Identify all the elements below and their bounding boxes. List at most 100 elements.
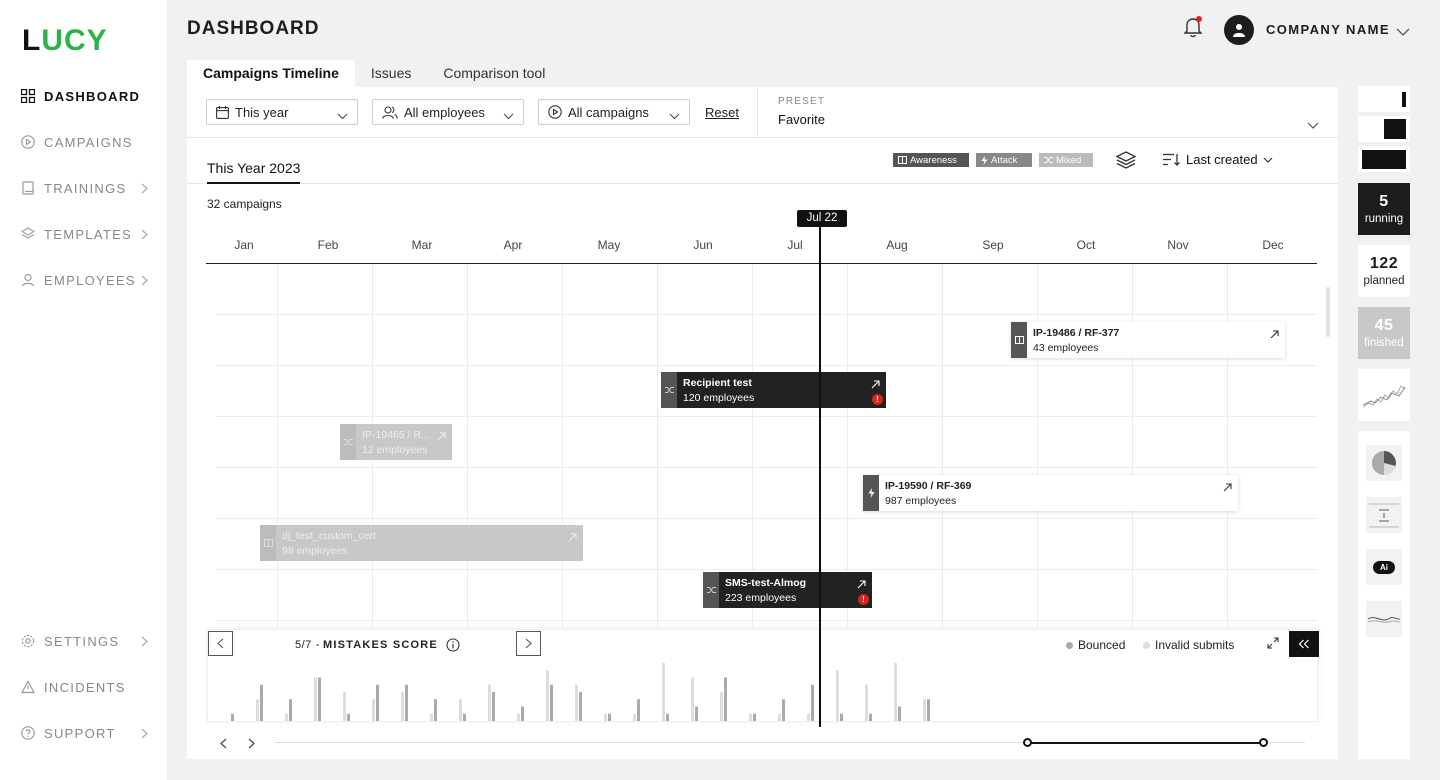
shuffle-icon xyxy=(340,424,356,460)
campaign-employees: 987 employees xyxy=(885,495,957,507)
book-icon xyxy=(1011,322,1027,358)
stat-running[interactable]: 5 running xyxy=(1358,183,1410,235)
grid-line xyxy=(216,416,1317,417)
stat-planned[interactable]: 122 planned xyxy=(1358,245,1410,297)
line-chart-widget[interactable] xyxy=(1358,369,1410,421)
chart-bar-bounced xyxy=(695,706,698,721)
external-link-icon[interactable] xyxy=(1223,479,1232,497)
info-icon[interactable] xyxy=(446,638,460,652)
toggle-view-2[interactable] xyxy=(1358,116,1410,142)
sidebar-item-settings[interactable]: SETTINGS xyxy=(20,631,150,651)
chevron-right-icon xyxy=(141,274,148,289)
chevrons-left-icon xyxy=(1298,639,1309,649)
book-icon xyxy=(898,156,907,164)
external-link-icon[interactable] xyxy=(1270,326,1279,344)
sidebar-item-templates[interactable]: TEMPLATES xyxy=(20,224,150,244)
expand-icon[interactable] xyxy=(1267,636,1279,654)
company-name[interactable]: COMPANY NAME xyxy=(1266,22,1390,37)
sidebar-item-dashboard[interactable]: DASHBOARD xyxy=(20,86,150,106)
sidebar-item-trainings[interactable]: TRAININGS xyxy=(20,178,150,198)
external-link-icon[interactable] xyxy=(437,428,446,446)
chevron-down-icon xyxy=(669,108,680,123)
sidebar-item-employees[interactable]: EMPLOYEES xyxy=(20,270,150,290)
legend-attack[interactable]: Attack xyxy=(976,153,1032,167)
range-gauge-icon xyxy=(1369,503,1399,528)
grid-line xyxy=(1037,264,1038,627)
external-link-icon[interactable] xyxy=(568,529,577,547)
external-link-icon[interactable] xyxy=(871,376,880,394)
campaign-bar[interactable]: IP-19486 / RF-377 43 employees xyxy=(1011,322,1285,358)
sidebar-item-incidents[interactable]: INCIDENTS xyxy=(20,677,150,697)
range-handle-start[interactable] xyxy=(1023,738,1032,747)
year-tab[interactable]: This Year 2023 xyxy=(207,160,301,184)
grid-line xyxy=(467,264,468,627)
timeline-scrollbar[interactable] xyxy=(1326,287,1330,337)
chevron-right-icon xyxy=(141,228,148,243)
lucy-logo[interactable]: LUCY xyxy=(22,24,108,58)
divider xyxy=(757,87,758,138)
sidebar-item-campaigns[interactable]: CAMPAIGNS xyxy=(20,132,150,152)
chart-bar-invalid-submits xyxy=(720,692,723,721)
preset-select[interactable]: Favorite xyxy=(778,112,825,127)
month-label: Jun xyxy=(693,238,713,252)
external-link-icon[interactable] xyxy=(857,576,866,594)
prev-page-button[interactable] xyxy=(208,631,233,656)
grid-line xyxy=(1227,264,1228,627)
campaign-bar[interactable]: Recipient test 120 employees ! xyxy=(661,372,886,408)
period-select[interactable]: This year xyxy=(206,99,358,125)
range-selection[interactable] xyxy=(1027,742,1264,744)
sort-dropdown[interactable]: Last created xyxy=(1163,152,1273,167)
campaign-count: 32 campaigns xyxy=(207,197,282,211)
chart-bar-invalid-submits xyxy=(401,692,404,721)
chart-bar-bounced xyxy=(782,699,785,721)
collapse-panel-button[interactable] xyxy=(1289,631,1319,657)
error-badge: ! xyxy=(858,594,869,605)
sidebar-item-support[interactable]: SUPPORT xyxy=(20,723,150,743)
widgets-column: Ai xyxy=(1358,431,1410,759)
chart-bar-invalid-submits xyxy=(633,713,636,721)
chevron-right-icon[interactable] xyxy=(248,736,255,754)
tab-campaigns-timeline[interactable]: Campaigns Timeline xyxy=(187,60,355,88)
reset-link[interactable]: Reset xyxy=(705,105,739,120)
legend-invalid-submits: Invalid submits xyxy=(1143,638,1234,652)
chart-bar-bounced xyxy=(927,699,930,721)
campaign-name: dj_test_custom_cert xyxy=(282,530,376,542)
notification-dot xyxy=(1196,16,1202,22)
stat-finished[interactable]: 45 finished xyxy=(1358,307,1410,359)
book-icon xyxy=(260,525,276,561)
chevron-down-icon[interactable] xyxy=(1307,116,1319,134)
chevron-left-icon[interactable] xyxy=(220,736,227,754)
user-icon xyxy=(1233,24,1245,37)
layout-toggle-icon xyxy=(1362,150,1406,169)
chevron-right-icon xyxy=(141,727,148,742)
campaign-bar[interactable]: SMS-test-Almog 223 employees ! xyxy=(703,572,872,608)
toggle-view-1[interactable] xyxy=(1358,86,1410,112)
chevron-down-icon[interactable] xyxy=(1396,24,1410,42)
tab-issues[interactable]: Issues xyxy=(355,60,427,88)
notification-bell-button[interactable] xyxy=(1183,16,1204,40)
campaign-bar[interactable]: dj_test_custom_cert 98 employees xyxy=(260,525,583,561)
next-page-button[interactable] xyxy=(516,631,541,656)
range-handle-end[interactable] xyxy=(1259,738,1268,747)
layers-icon[interactable] xyxy=(1115,151,1137,174)
pie-chart-widget[interactable] xyxy=(1366,445,1402,481)
ai-widget[interactable]: Ai xyxy=(1366,549,1402,585)
tab-comparison-tool[interactable]: Comparison tool xyxy=(427,60,561,88)
chart-bar-bounced xyxy=(434,699,437,721)
avatar[interactable] xyxy=(1224,15,1254,45)
toggle-view-3[interactable] xyxy=(1358,146,1410,172)
logo-letter: L xyxy=(22,24,42,57)
gauge-widget[interactable] xyxy=(1366,497,1402,533)
campaign-bar[interactable]: IP-19590 / RF-369 987 employees xyxy=(863,475,1238,511)
legend-awareness[interactable]: Awareness xyxy=(893,153,969,167)
chart-bar-invalid-submits xyxy=(343,692,346,721)
legend-swatch xyxy=(1066,641,1073,649)
play-circle-icon xyxy=(548,105,562,119)
trend-widget[interactable] xyxy=(1366,601,1402,637)
campaign-bar[interactable]: IP-19465 / R... 12 employees xyxy=(340,424,452,460)
employees-select[interactable]: All employees xyxy=(372,99,524,125)
chart-bar-bounced xyxy=(318,677,321,721)
campaigns-select[interactable]: All campaigns xyxy=(538,99,690,125)
month-label: Sep xyxy=(982,238,1004,252)
legend-mixed[interactable]: Mixed xyxy=(1039,153,1093,167)
